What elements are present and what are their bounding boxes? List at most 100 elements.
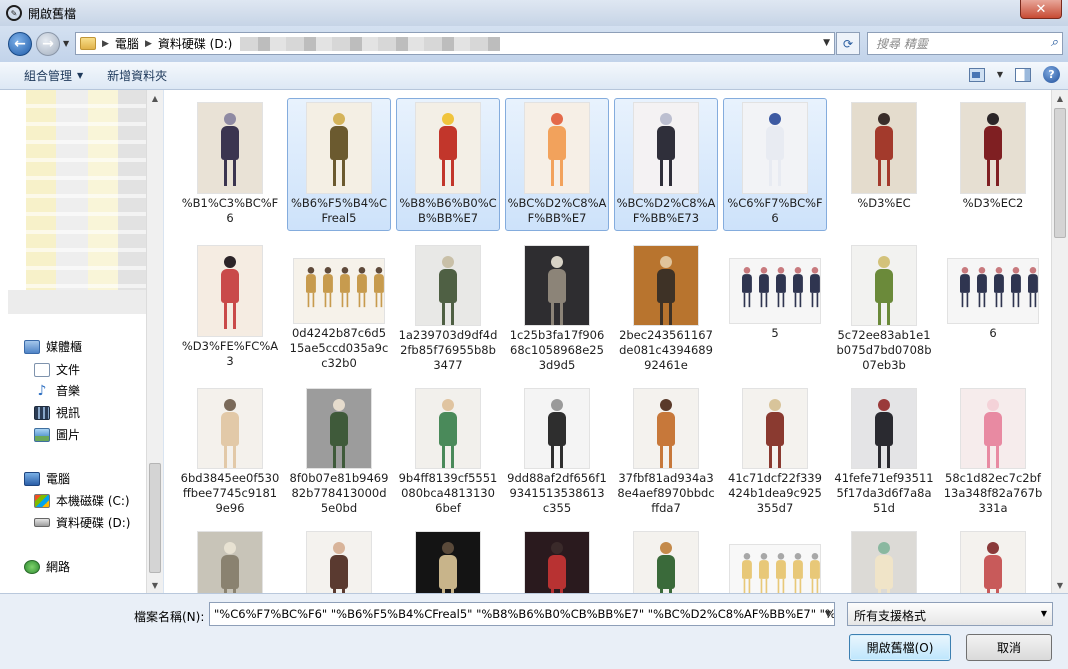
file-thumbnail bbox=[293, 258, 385, 324]
chevron-right-icon[interactable]: ▶ bbox=[145, 39, 152, 49]
nav-item-videos[interactable]: 視訊 bbox=[34, 404, 80, 421]
file-item[interactable] bbox=[505, 527, 609, 593]
address-row: ← → ▼ ▶ 電腦 ▶ 資料硬碟 (D:) ▼ ⟳ 搜尋 精靈 ⌕ bbox=[0, 26, 1068, 62]
file-item[interactable]: 2bec243561167de081c439468992461e bbox=[614, 241, 718, 374]
file-item[interactable]: 1c25b3fa17f90668c1058968e253d9d5 bbox=[505, 241, 609, 374]
nav-item-computer[interactable]: 電腦 bbox=[24, 470, 70, 487]
library-icon bbox=[24, 339, 40, 354]
file-item[interactable]: 5c72ee83ab1e1b075d7bd0708b07eb3b bbox=[832, 241, 936, 374]
file-name: 9b4ff8139cf5551080bca48131306bef bbox=[398, 471, 498, 515]
file-item[interactable]: %C6%F7%BC%F6 bbox=[723, 98, 827, 231]
chevron-right-icon[interactable]: ▶ bbox=[102, 39, 109, 49]
file-item[interactable]: 41fefe71ef935115f17da3d6f7a8a51d bbox=[832, 384, 936, 517]
refresh-button[interactable]: ⟳ bbox=[836, 32, 860, 55]
file-item[interactable] bbox=[178, 527, 282, 593]
address-dropdown-icon[interactable]: ▼ bbox=[823, 38, 830, 48]
nav-label: 視訊 bbox=[56, 406, 81, 420]
file-item[interactable]: 58c1d82ec7c2bf13a348f82a767b331a bbox=[941, 384, 1045, 517]
forward-button[interactable]: → bbox=[36, 32, 60, 56]
nav-item-documents[interactable]: 文件 bbox=[34, 361, 80, 378]
character-figure bbox=[875, 256, 893, 325]
file-item[interactable] bbox=[396, 527, 500, 593]
character-figure bbox=[960, 267, 970, 308]
search-icon[interactable]: ⌕ bbox=[1051, 35, 1058, 50]
nav-item-network[interactable]: 網路 bbox=[24, 558, 70, 575]
new-folder-button[interactable]: 新增資料夾 bbox=[107, 67, 167, 84]
file-list[interactable]: %B1%C3%BC%F6 %B6%F5%B4%CFreal5 %B8%B6%B0%C… bbox=[164, 90, 1068, 593]
navigation-pane[interactable]: 媒體櫃 文件 ♪ 音樂 視訊 圖片 電腦 本機磁碟 (C:) 資料硬碟 (D:)… bbox=[0, 90, 163, 593]
filetype-select[interactable]: 所有支援格式 ▼ bbox=[847, 602, 1053, 626]
character-figure bbox=[657, 113, 675, 186]
file-item[interactable] bbox=[614, 527, 718, 593]
search-input[interactable]: 搜尋 精靈 ⌕ bbox=[867, 32, 1063, 55]
nav-item-libraries[interactable]: 媒體櫃 bbox=[24, 338, 82, 355]
file-item[interactable]: %B1%C3%BC%F6 bbox=[178, 98, 282, 231]
file-grid: %B1%C3%BC%F6 %B6%F5%B4%CFreal5 %B8%B6%B0%C… bbox=[178, 98, 1050, 593]
filename-field[interactable]: "%C6%F7%BC%F6" "%B6%F5%B4%CFreal5" "%B8%… bbox=[209, 602, 835, 626]
scroll-thumb[interactable] bbox=[1054, 108, 1066, 238]
file-item[interactable]: %D3%EC bbox=[832, 98, 936, 231]
help-icon[interactable]: ? bbox=[1043, 66, 1060, 83]
file-item[interactable]: 6 bbox=[941, 241, 1045, 374]
nav-item-drive-c[interactable]: 本機磁碟 (C:) bbox=[34, 492, 130, 509]
file-thumbnail bbox=[306, 531, 372, 593]
file-item[interactable]: %D3%EC2 bbox=[941, 98, 1045, 231]
preview-pane-icon[interactable] bbox=[1015, 67, 1031, 82]
file-item[interactable] bbox=[941, 527, 1045, 593]
character-figure bbox=[221, 256, 239, 329]
character-figure bbox=[439, 399, 457, 468]
organize-button[interactable]: 組合管理 ▼ bbox=[24, 67, 83, 84]
nav-label: 媒體櫃 bbox=[46, 340, 83, 354]
breadcrumb-computer[interactable]: 電腦 bbox=[115, 35, 139, 52]
recent-pages-dropdown-icon[interactable]: ▼ bbox=[63, 39, 69, 48]
file-thumbnail bbox=[742, 388, 808, 469]
open-button[interactable]: 開啟舊檔(O) bbox=[849, 634, 951, 661]
filename-dropdown-icon[interactable]: ▼ bbox=[825, 609, 831, 618]
chevron-down-icon: ▼ bbox=[1040, 609, 1047, 618]
file-name: 1a239703d9df4d2fb85f76955b8b3477 bbox=[398, 328, 498, 372]
file-item[interactable]: 9b4ff8139cf5551080bca48131306bef bbox=[396, 384, 500, 517]
file-item[interactable]: 6bd3845ee0f530ffbee7745c91819e96 bbox=[178, 384, 282, 517]
file-item[interactable] bbox=[723, 527, 827, 593]
character-figure bbox=[1028, 267, 1038, 308]
cancel-button[interactable]: 取消 bbox=[966, 634, 1052, 661]
nav-item-pictures[interactable]: 圖片 bbox=[34, 426, 80, 443]
file-thumbnail bbox=[524, 388, 590, 469]
scroll-thumb[interactable] bbox=[149, 463, 161, 573]
breadcrumb-drive-d[interactable]: 資料硬碟 (D:) bbox=[158, 35, 232, 52]
scroll-up-icon[interactable]: ▲ bbox=[147, 90, 163, 106]
file-name: 6bd3845ee0f530ffbee7745c91819e96 bbox=[180, 471, 280, 515]
nav-item-music[interactable]: ♪ 音樂 bbox=[34, 382, 80, 399]
file-item[interactable]: %B6%F5%B4%CFreal5 bbox=[287, 98, 391, 231]
address-bar[interactable]: ▶ 電腦 ▶ 資料硬碟 (D:) ▼ bbox=[75, 32, 835, 55]
scroll-up-icon[interactable]: ▲ bbox=[1052, 90, 1068, 106]
scroll-down-icon[interactable]: ▼ bbox=[147, 577, 163, 593]
file-item[interactable]: 1a239703d9df4d2fb85f76955b8b3477 bbox=[396, 241, 500, 374]
nav-scrollbar[interactable]: ▲ ▼ bbox=[146, 90, 163, 593]
search-placeholder: 搜尋 精靈 bbox=[876, 37, 928, 51]
file-item[interactable]: 8f0b07e81b946982b778413000d5e0bd bbox=[287, 384, 391, 517]
character-figure bbox=[330, 113, 348, 186]
file-list-scrollbar[interactable]: ▲ ▼ bbox=[1051, 90, 1068, 593]
file-item[interactable]: 37fbf81ad934a38e4aef8970bbdcffda7 bbox=[614, 384, 718, 517]
file-item[interactable]: 0d4242b87c6d515ae5ccd035a9cc32b0 bbox=[287, 241, 391, 374]
file-item[interactable]: 5 bbox=[723, 241, 827, 374]
file-item[interactable] bbox=[832, 527, 936, 593]
nav-label: 文件 bbox=[56, 363, 81, 377]
view-dropdown-icon[interactable]: ▼ bbox=[997, 70, 1003, 79]
file-item[interactable]: %D3%FE%FC%A3 bbox=[178, 241, 282, 374]
character-figure bbox=[357, 267, 367, 308]
file-item[interactable]: %B8%B6%B0%CB%BB%E7 bbox=[396, 98, 500, 231]
file-item[interactable] bbox=[287, 527, 391, 593]
view-options-icon[interactable] bbox=[968, 67, 985, 82]
file-thumbnail bbox=[524, 102, 590, 194]
close-button[interactable]: ✕ bbox=[1020, 0, 1062, 19]
file-item[interactable]: %BC%D2%C8%AF%BB%E7 bbox=[505, 98, 609, 231]
file-item[interactable]: 41c71dcf22f339424b1dea9c925355d7 bbox=[723, 384, 827, 517]
nav-item-drive-d[interactable]: 資料硬碟 (D:) bbox=[34, 514, 130, 531]
document-icon bbox=[34, 362, 50, 377]
file-item[interactable]: 9dd88af2df656f19341513538613c355 bbox=[505, 384, 609, 517]
file-item[interactable]: %BC%D2%C8%AF%BB%E73 bbox=[614, 98, 718, 231]
scroll-down-icon[interactable]: ▼ bbox=[1052, 577, 1068, 593]
back-button[interactable]: ← bbox=[8, 32, 32, 56]
